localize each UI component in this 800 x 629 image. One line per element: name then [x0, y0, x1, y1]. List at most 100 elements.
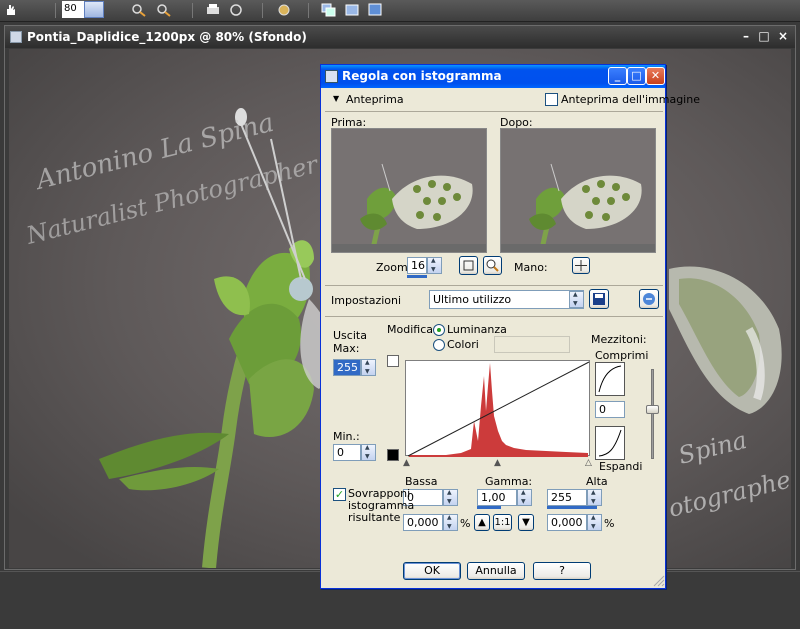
- toolbar-zoom-field[interactable]: 80: [62, 1, 84, 18]
- compress-curve-button[interactable]: [595, 362, 625, 396]
- output-max-field[interactable]: 255: [333, 359, 361, 376]
- gamma-underline: [477, 506, 501, 509]
- zoom-out-icon[interactable]: [155, 2, 173, 18]
- pan-button[interactable]: [572, 257, 590, 274]
- preview-image-checkbox[interactable]: [545, 93, 558, 106]
- toolbar-separator: [262, 3, 263, 18]
- resize-grip-icon[interactable]: [653, 575, 665, 587]
- zoom-field[interactable]: 16: [407, 257, 427, 274]
- color-channel-dropdown: [494, 336, 570, 353]
- toolbar-separator: [192, 3, 193, 18]
- dialog-minimize-icon[interactable]: _: [608, 67, 627, 85]
- expand-curve-icon: [598, 429, 622, 457]
- low-triangle-icon[interactable]: ▲: [403, 458, 410, 468]
- zoom-actual-button[interactable]: [459, 256, 478, 275]
- colors-radio[interactable]: [433, 339, 445, 351]
- output-max-label: Uscita Max:: [333, 329, 367, 355]
- reset-button[interactable]: [639, 289, 659, 309]
- pan-tool-icon[interactable]: [2, 2, 20, 18]
- decrease-button[interactable]: ▼: [518, 514, 534, 531]
- toolbar-separator: [308, 3, 309, 18]
- high-input-spinner[interactable]: [587, 489, 602, 506]
- preview-toggle-label[interactable]: Anteprima: [346, 93, 404, 106]
- white-point-swatch[interactable]: [387, 355, 399, 367]
- zoom-spinner[interactable]: [427, 257, 442, 274]
- histogram-plot: [407, 361, 590, 457]
- high-percent-field[interactable]: 0,000: [547, 514, 587, 531]
- gamma-spinner[interactable]: [517, 489, 532, 506]
- low-percent-field[interactable]: 0,000: [403, 514, 443, 531]
- modify-label: Modifica:: [387, 323, 437, 336]
- save-preset-button[interactable]: [589, 289, 609, 309]
- divider: [325, 316, 663, 317]
- save-icon: [593, 293, 605, 305]
- window-new-icon[interactable]: [366, 2, 384, 18]
- output-min-label: Min.:: [333, 430, 360, 443]
- settings-dropdown[interactable]: Ultimo utilizzo: [429, 290, 584, 309]
- fit-window-icon[interactable]: [228, 2, 246, 18]
- high-input-field[interactable]: 255: [547, 489, 587, 506]
- dialog-app-icon: [325, 70, 338, 83]
- output-max-spinner[interactable]: [361, 359, 376, 376]
- before-preview[interactable]: [331, 128, 487, 253]
- dialog-title: Regola con istogramma: [342, 69, 502, 83]
- toolbar-separator: [55, 3, 56, 18]
- ok-button[interactable]: OK: [403, 562, 461, 580]
- low-percent-symbol: %: [460, 517, 471, 530]
- expand-curve-button[interactable]: [595, 426, 625, 460]
- zoom-tool-button[interactable]: [483, 256, 502, 275]
- luminance-radio[interactable]: [433, 324, 445, 336]
- collapse-arrow-icon[interactable]: ▼: [333, 94, 339, 103]
- black-point-swatch[interactable]: [387, 449, 399, 461]
- gamma-label: Gamma:: [485, 475, 533, 488]
- after-preview[interactable]: [500, 128, 656, 253]
- high-triangle-icon[interactable]: △: [585, 458, 592, 468]
- expand-label: Espandi: [599, 460, 643, 473]
- pan-label: Mano:: [514, 261, 548, 274]
- document-icon: [10, 31, 22, 43]
- histogram-fill: [409, 363, 588, 457]
- midtone-slider-thumb[interactable]: [646, 405, 659, 414]
- high-label: Alta: [586, 475, 608, 488]
- restore-icon[interactable]: □: [755, 28, 773, 44]
- dialog-titlebar[interactable]: Regola con istogramma _ □ ✕: [321, 65, 665, 88]
- settings-dropdown-arrow[interactable]: [569, 291, 584, 308]
- toolbar-zoom-spinner[interactable]: [84, 1, 104, 18]
- high-percent-spinner[interactable]: [587, 514, 602, 531]
- low-input-spinner[interactable]: [443, 489, 458, 506]
- cancel-button[interactable]: Annulla: [467, 562, 525, 580]
- document-title: Pontia_Daplidice_1200px @ 80% (Sfondo): [27, 30, 307, 44]
- ratio-button[interactable]: 1:1: [493, 514, 512, 531]
- before-thumbnail: [332, 129, 486, 252]
- compress-label: Comprimi: [595, 349, 649, 362]
- window-cascade-icon[interactable]: [320, 2, 338, 18]
- document-titlebar[interactable]: Pontia_Daplidice_1200px @ 80% (Sfondo) –…: [5, 26, 795, 48]
- close-icon[interactable]: ×: [774, 28, 792, 44]
- divider: [325, 111, 663, 112]
- gamma-field[interactable]: 1,00: [477, 489, 517, 506]
- dialog-maximize-icon[interactable]: □: [627, 67, 646, 85]
- histogram-graph[interactable]: [405, 360, 590, 457]
- output-min-spinner[interactable]: [361, 444, 376, 461]
- print-icon[interactable]: [204, 2, 222, 18]
- overlay-histogram-checkbox[interactable]: ✓: [333, 488, 346, 501]
- minimize-icon[interactable]: –: [737, 28, 755, 44]
- magnifier-icon: [486, 259, 499, 272]
- colors-label: Colori: [447, 338, 479, 351]
- after-thumbnail: [501, 129, 655, 252]
- zoom-in-icon[interactable]: [130, 2, 148, 18]
- preview-image-label: Anteprima dell'immagine: [561, 93, 700, 106]
- settings-label: Impostazioni: [331, 294, 402, 307]
- low-percent-spinner[interactable]: [443, 514, 458, 531]
- overlay-histogram-label: Sovrapponi istogramma risultante: [348, 487, 415, 524]
- window-tile-icon[interactable]: [343, 2, 361, 18]
- actual-size-icon[interactable]: [276, 2, 294, 18]
- midtones-label: Mezzitoni:: [591, 333, 647, 346]
- midtone-slider-track[interactable]: [651, 369, 654, 459]
- increase-button[interactable]: ▲: [474, 514, 490, 531]
- output-min-field[interactable]: 0: [333, 444, 361, 461]
- midtone-field[interactable]: 0: [595, 401, 625, 418]
- help-button[interactable]: ?: [533, 562, 591, 580]
- dialog-close-icon[interactable]: ✕: [646, 67, 665, 85]
- gamma-triangle-icon[interactable]: ▲: [494, 458, 501, 468]
